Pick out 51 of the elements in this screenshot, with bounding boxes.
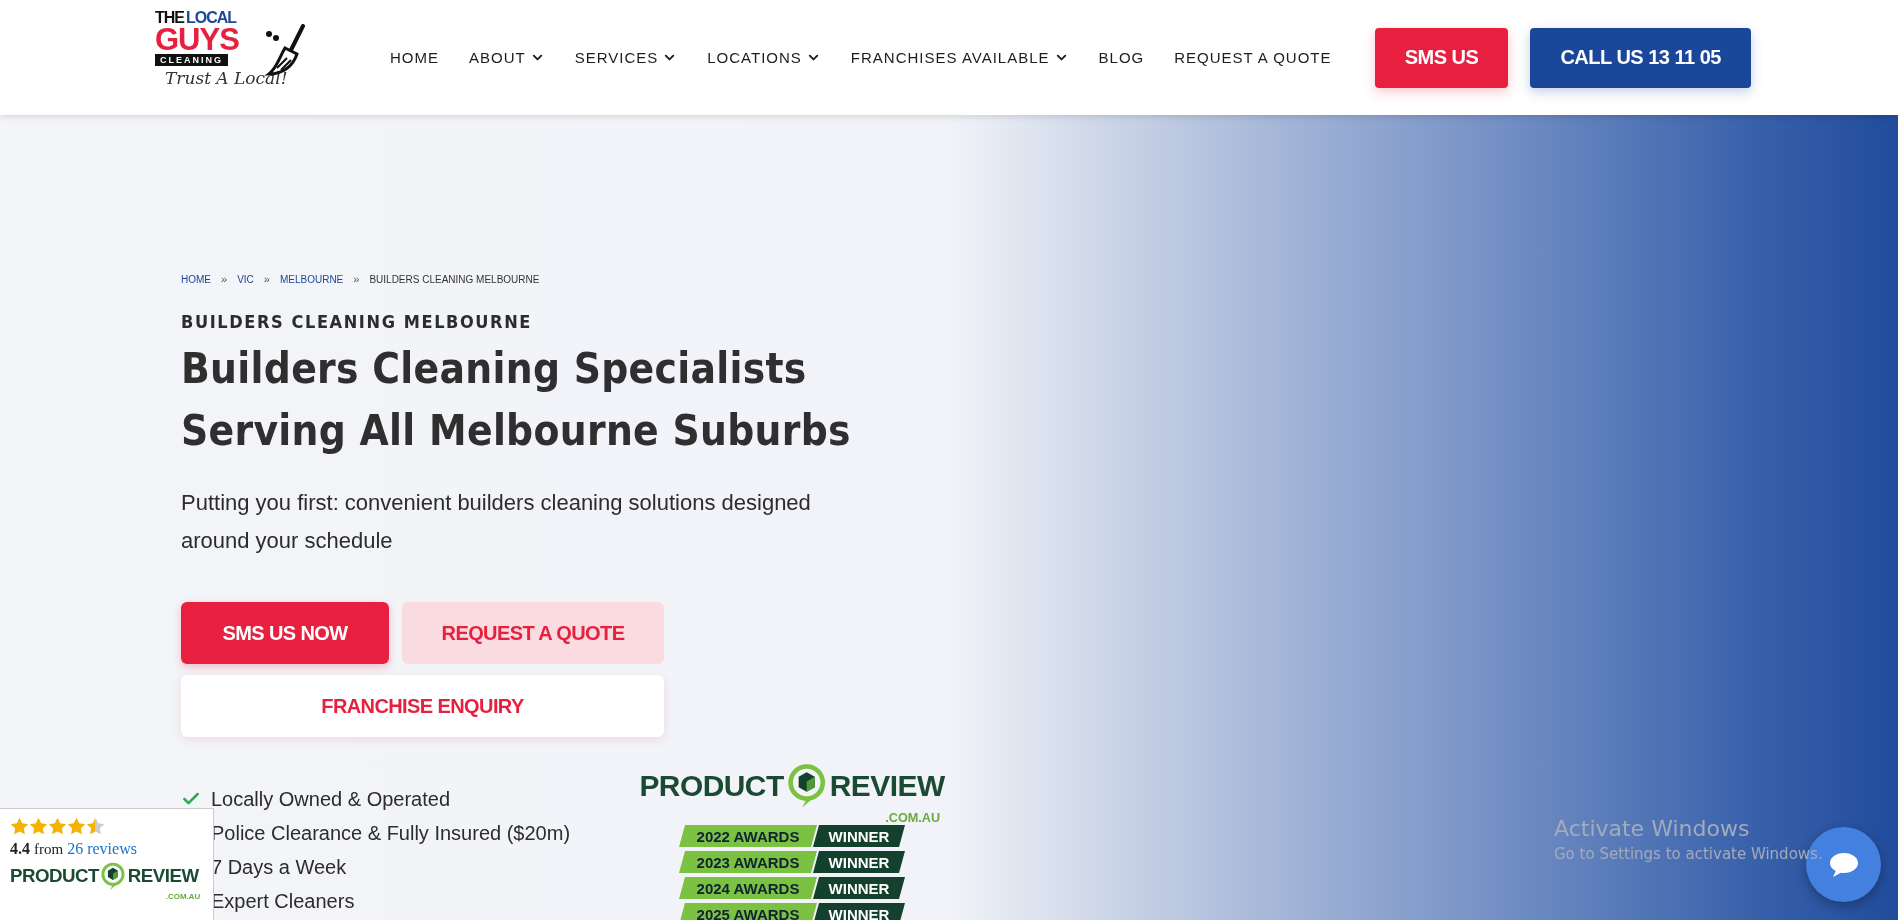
rating-from: from: [34, 841, 64, 858]
reviews-link[interactable]: 26 reviews: [67, 840, 137, 858]
logo-text: THE: [155, 9, 184, 26]
nav-link[interactable]: LOCATIONS: [707, 49, 821, 66]
nav-link[interactable]: REQUEST A QUOTE: [1174, 49, 1332, 66]
breadcrumb-separator: »: [221, 273, 228, 285]
breadcrumb-separator: »: [353, 273, 360, 285]
logo-domain: .COM.AU: [885, 811, 940, 826]
star-icon: [48, 817, 67, 836]
star-icon: [10, 817, 29, 836]
logo-text: PRODUCT: [10, 865, 99, 888]
nav-link[interactable]: FRANCHISES AVAILABLE: [850, 49, 1069, 66]
star-icon: [67, 817, 86, 836]
nav-link[interactable]: HOME: [390, 49, 439, 66]
activation-title: Activate Windows: [1554, 816, 1751, 841]
call-button[interactable]: CALL US 13 11 05: [1530, 27, 1751, 88]
award-banner: 2025 AWARDS WINNER: [679, 903, 905, 920]
rating-score: 4.4: [10, 840, 30, 858]
sms-button[interactable]: SMS US: [1374, 27, 1509, 88]
award-banner: 2023 AWARDS WINNER: [679, 851, 905, 873]
logo-text: LOCAL: [186, 9, 237, 26]
logo-text: REVIEW: [127, 865, 199, 888]
nav-link[interactable]: BLOG: [1098, 49, 1145, 66]
star-icon: [86, 817, 105, 836]
speech-bubble-icon: [1828, 851, 1859, 878]
star-icon: [29, 817, 48, 836]
franchise-button[interactable]: FRANCHISE ENQUIRY: [181, 675, 664, 737]
page-heading: Builders Cleaning Specialists: [181, 343, 807, 395]
breadcrumb-link[interactable]: HOME: [181, 273, 211, 285]
nav-link[interactable]: ABOUT: [469, 49, 545, 66]
logo-text: CLEANING: [155, 53, 228, 66]
logo-tagline: Trust A Local!: [165, 67, 288, 88]
breadcrumb-separator: »: [263, 273, 270, 285]
feature-text: Locally Owned & Operated: [211, 787, 451, 811]
review-logo-icon: [100, 862, 127, 891]
page-heading: Serving All Melbourne Suburbs: [181, 405, 851, 457]
review-logo-icon: [786, 763, 828, 809]
logo-text: REVIEW: [829, 769, 945, 803]
award-banner: 2022 AWARDS WINNER: [679, 825, 905, 847]
award-banner: 2024 AWARDS WINNER: [679, 877, 905, 899]
sms-button[interactable]: SMS US NOW: [181, 602, 389, 664]
page-eyebrow: BUILDERS CLEANING MELBOURNE: [181, 311, 533, 332]
nav-link[interactable]: SERVICES: [574, 49, 678, 66]
current-page-label: BUILDERS CLEANING MELBOURNE: [369, 273, 540, 285]
activation-text: Go to Settings to activate Windows.: [1554, 845, 1823, 863]
breadcrumb-link[interactable]: MELBOURNE: [279, 273, 344, 285]
logo-text: GUYS: [155, 25, 239, 54]
lead-text: Putting you first: convenient builders cleaning solutions designed around your schedule: [181, 489, 812, 555]
breadcrumb-link[interactable]: VIC: [237, 273, 254, 285]
logo-text: PRODUCT: [639, 769, 784, 803]
company-logo[interactable]: THELOCAL GUYS CLEANING Trust A Local!: [155, 9, 325, 106]
